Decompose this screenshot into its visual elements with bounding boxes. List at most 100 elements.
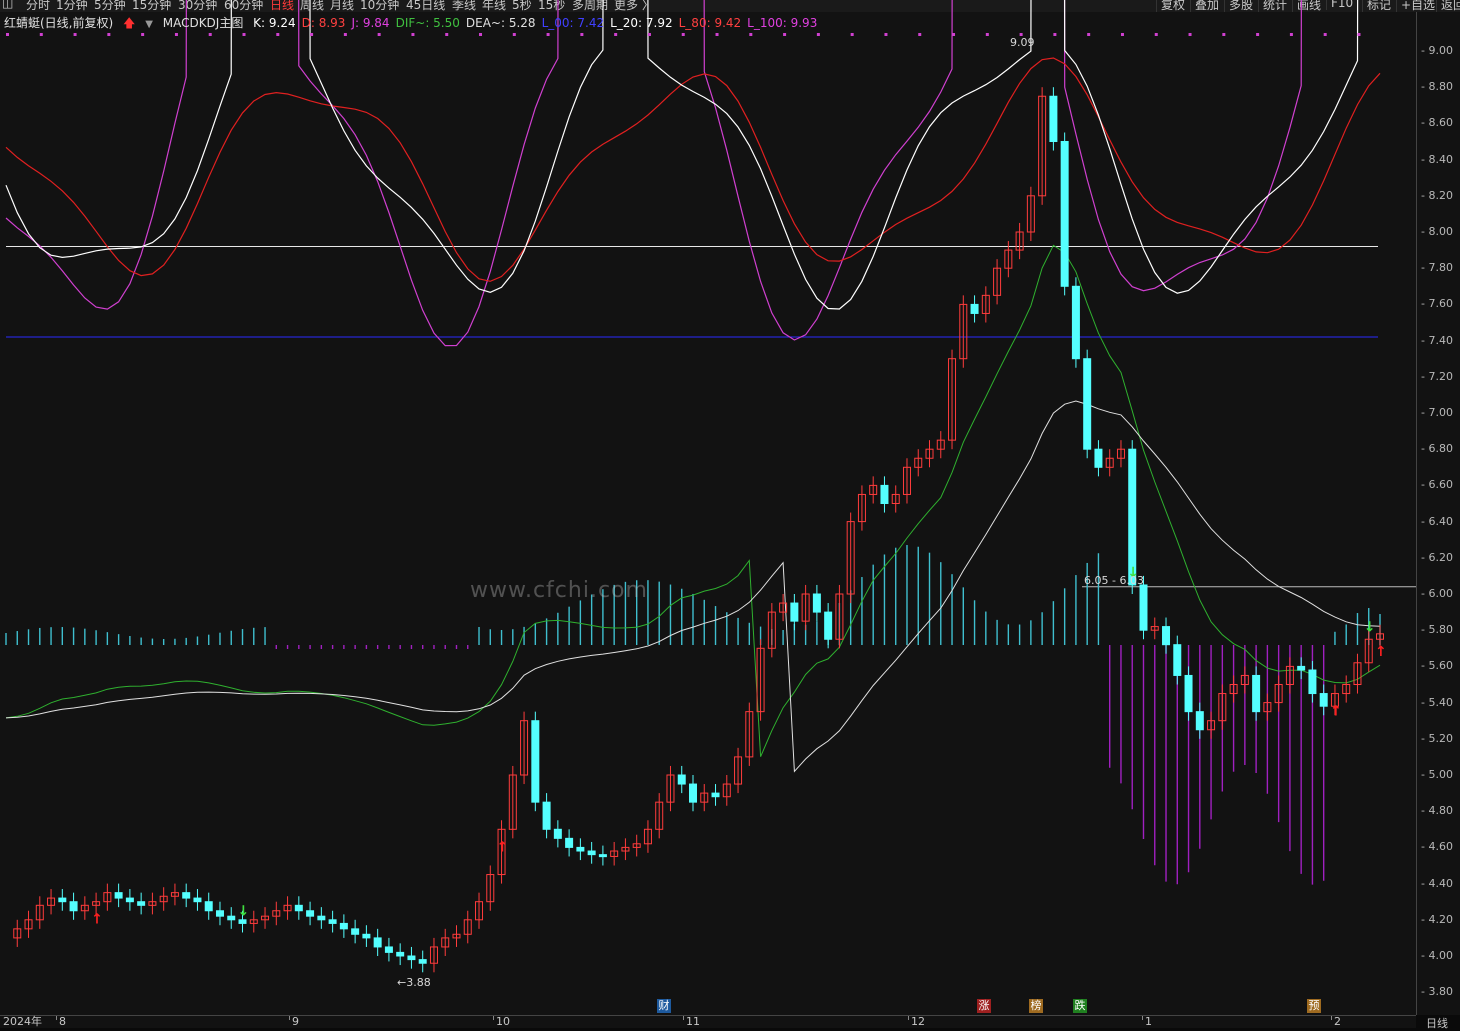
top-dot-marker [1154,33,1158,36]
top-dot-marker [1256,33,1260,36]
watermark: www.cfchi.com [470,578,648,603]
price-tick: - 8.00 [1421,225,1453,238]
price-tick: - 3.80 [1421,985,1453,999]
candle-body [1071,285,1080,360]
indicator-value-8: L_100: 9.93 [747,16,818,30]
candle-body [1297,665,1306,671]
top-dot-marker [884,33,888,36]
candle-body [238,919,247,924]
top-dot-marker [174,33,178,36]
price-axis[interactable]: - 9.00 - 8.80 - 8.60 - 8.40 - 8.20 - 8.00 - 7.… [1416,12,1460,1015]
top-dot-marker [715,33,719,36]
indicator-value-2: J: 9.84 [351,16,390,30]
top-dot-marker [1120,33,1124,36]
top-dot-marker [377,33,381,36]
candle-body [576,846,585,852]
top-dot-marker [681,33,685,36]
date-tick-mark [1142,1016,1143,1020]
k-line [5,0,1359,310]
candle-body [317,915,326,921]
event-marker[interactable]: 跌 [1073,999,1087,1013]
candle-body [542,801,551,830]
candle-body [227,915,236,921]
price-tick: - 7.80 [1421,261,1453,275]
date-tick: 2024年 [3,1015,42,1028]
indicator-name[interactable]: MACDKDJ主图 [163,16,244,30]
candle-body [880,484,889,504]
top-dot-marker [1323,33,1327,36]
price-tick: - 5.40 [1421,695,1453,709]
dif-line [5,244,1381,757]
top-dot-marker [107,33,111,36]
candle-body [824,611,833,640]
candle-body [1139,584,1148,631]
top-dot-marker [1053,33,1057,36]
candle-body [711,792,720,798]
top-dot-marker [310,33,314,36]
candle-body [204,901,213,912]
price-tick: - 4.80 [1421,804,1453,818]
event-marker[interactable]: 榜 [1029,999,1043,1013]
up-arrow-icon: 🡅 [123,16,136,30]
date-tick-mark [908,1016,909,1020]
low-price-label: ←3.88 [397,976,431,989]
dea-line [5,400,1381,773]
candle-body [1308,669,1317,695]
candle-body [1162,626,1171,646]
date-tick: 1 [1145,1015,1152,1028]
buy-arrow-icon: ↑ [1375,644,1387,660]
candle-body [294,904,303,912]
price-tick: - 7.20 [1421,369,1453,383]
price-tick: - 5.20 [1421,731,1453,745]
indicator-value-3: DIF~: 5.50 [395,16,460,30]
indicator-info-bar: 红蜻蜓(日线,前复权) 🡅 ▼ MACDKDJ主图 K: 9.24 D: 8.93… [4,15,829,31]
period-label[interactable]: 日线 [1426,1015,1448,1031]
dropdown-icon[interactable]: ▼ [145,19,153,30]
candle-body [215,910,224,917]
price-tick: - 7.60 [1421,297,1453,311]
price-tick: - 4.40 [1421,876,1453,890]
candle-body [193,897,202,903]
sell-arrow-icon: ↓ [238,903,250,919]
top-dot-marker [1087,33,1091,36]
top-dot-marker [141,33,145,36]
price-tick: - 6.60 [1421,478,1453,492]
price-tick: - 4.20 [1421,912,1453,926]
top-dot-marker [73,33,77,36]
indicator-value-4: DEA~: 5.28 [465,16,536,30]
event-marker[interactable]: 财 [657,999,671,1013]
high-price-label: 9.09 [1010,36,1035,49]
candle-body [384,946,393,953]
top-dot-marker [546,33,550,36]
candle-body [407,955,416,961]
candle-body [1184,674,1193,713]
price-tick: - 8.40 [1421,152,1453,166]
price-tick: - 5.00 [1421,768,1453,781]
candle-body [1094,448,1103,468]
top-dot-marker [816,33,820,36]
event-marker[interactable]: 预 [1307,999,1321,1013]
date-tick-mark [1331,1016,1332,1020]
buy-arrow-icon: ↑ [1330,704,1342,720]
candle-body [677,774,686,785]
top-dot-marker [918,33,922,36]
stock-name[interactable]: 红蜻蜓(日线,前复权) [4,16,113,30]
top-dot-marker [783,33,787,36]
date-axis[interactable]: 2024年 8 9 10 11 12 1 2 [0,1015,1416,1028]
candle-body [812,593,821,613]
date-tick-mark [493,1016,494,1020]
toolbar-button-8[interactable]: 返回 [1436,0,1460,12]
top-dot-marker [479,33,483,36]
candle-body [137,901,146,906]
event-marker[interactable]: 涨 [977,999,991,1013]
sell-arrow-icon: ↓ [1364,619,1376,635]
buy-arrow-icon: ↑ [497,839,509,855]
candle-body [351,928,360,935]
candle-body [531,720,540,803]
top-dot-marker [647,33,651,36]
date-tick: 9 [292,1015,299,1028]
candle-body [373,937,382,948]
chart-canvas[interactable]: ↑↑↓↓↑↓↑ [0,0,1416,1015]
level-price-label: 6.05 - 6.03 [1084,574,1144,587]
candle-body [1319,693,1328,707]
